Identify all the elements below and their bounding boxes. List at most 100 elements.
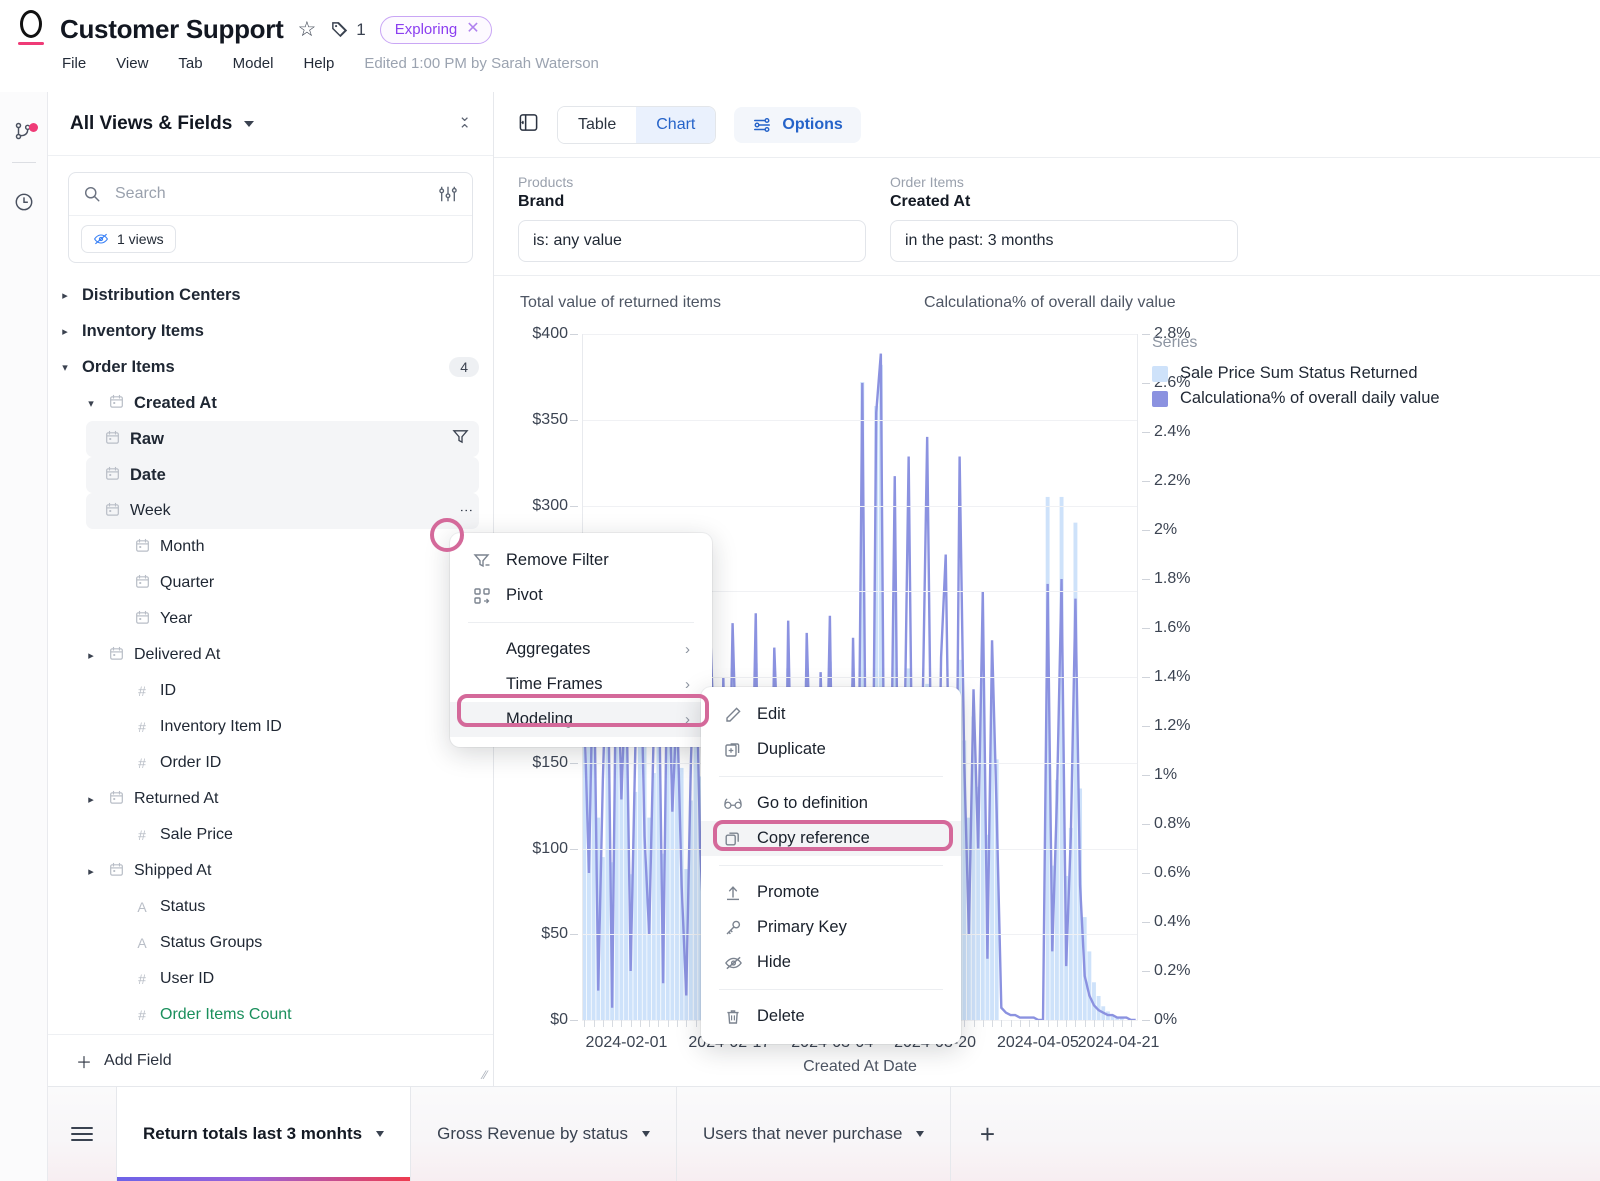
rail-item-branches[interactable] bbox=[0, 108, 47, 154]
menu-tab[interactable]: Tab bbox=[178, 55, 202, 72]
chevron-right-icon[interactable]: ▸ bbox=[84, 649, 98, 662]
filter-value[interactable]: in the past: 3 months bbox=[890, 220, 1238, 262]
menu-item-edit[interactable]: Edit bbox=[701, 697, 961, 732]
y-axis-right-label: 2.2% bbox=[1154, 472, 1190, 490]
collapse-vertical-icon[interactable]: ⌄⌃ bbox=[458, 110, 471, 137]
y-axis-left-label: $400 bbox=[532, 325, 568, 343]
x-axis-minor-tick bbox=[658, 1020, 659, 1027]
menu-item-duplicate[interactable]: Duplicate bbox=[701, 732, 961, 767]
views-filter-pill[interactable]: 1 views bbox=[81, 225, 176, 253]
tree-item-delivered-at[interactable]: ▸Delivered At bbox=[48, 637, 493, 673]
rail-item-history[interactable] bbox=[0, 179, 47, 225]
tree-item-shipped-at[interactable]: ▸Shipped At bbox=[48, 853, 493, 889]
tab-chart[interactable]: Chart bbox=[636, 107, 715, 143]
tree-item-created-at[interactable]: ▾Created At bbox=[48, 385, 493, 421]
chevron-down-icon[interactable]: ▾ bbox=[58, 361, 72, 374]
menu-item-pivot[interactable]: Pivot bbox=[450, 578, 712, 613]
menu-item-promote[interactable]: Promote bbox=[701, 875, 961, 910]
status-badge[interactable]: Exploring ✕ bbox=[380, 16, 492, 44]
tag-count: 1 bbox=[356, 20, 365, 40]
hamburger-icon[interactable] bbox=[48, 1087, 116, 1181]
side-panel-icon[interactable] bbox=[518, 112, 539, 138]
tree-item-returned-at[interactable]: ▸Returned At bbox=[48, 781, 493, 817]
menu-item-time-frames[interactable]: Time Frames› bbox=[450, 667, 712, 702]
tree-item-label: Week bbox=[130, 502, 171, 520]
legend-item[interactable]: Sale Price Sum Status Returned bbox=[1152, 364, 1582, 383]
tree-item-month[interactable]: Month bbox=[48, 529, 493, 565]
options-label: Options bbox=[782, 116, 842, 134]
add-tab-button[interactable]: + bbox=[951, 1087, 1023, 1181]
star-outline-icon[interactable]: ☆ bbox=[297, 19, 316, 40]
tab-gross-revenue[interactable]: Gross Revenue by status bbox=[411, 1087, 677, 1181]
tree-item-order-items[interactable]: ▾Order Items4 bbox=[48, 349, 493, 385]
menu-item-modeling[interactable]: Modeling› bbox=[450, 702, 712, 737]
chart-bar bbox=[619, 763, 623, 1020]
search-icon bbox=[83, 185, 101, 203]
chevron-right-icon[interactable]: ▸ bbox=[84, 793, 98, 806]
close-icon[interactable]: ✕ bbox=[466, 21, 479, 37]
menu-help[interactable]: Help bbox=[303, 55, 334, 72]
filter-value[interactable]: is: any value bbox=[518, 220, 866, 262]
chevron-down-icon[interactable] bbox=[916, 1131, 924, 1137]
tree-item-order-items-count[interactable]: #Order Items Count bbox=[48, 997, 493, 1033]
chevron-right-icon: › bbox=[655, 676, 690, 693]
tree-item-date[interactable]: Date bbox=[86, 457, 479, 493]
menu-item-hide[interactable]: Hide bbox=[701, 945, 961, 980]
tree-item-user-id[interactable]: #User ID bbox=[48, 961, 493, 997]
menu-item-primary-key[interactable]: Primary Key bbox=[701, 910, 961, 945]
tree-item-sale-price[interactable]: #Sale Price bbox=[48, 817, 493, 853]
tree-item-order-id[interactable]: #Order ID bbox=[48, 745, 493, 781]
tree-item-id[interactable]: #ID bbox=[48, 673, 493, 709]
chevron-right-icon[interactable]: ▸ bbox=[84, 865, 98, 878]
legend-title: Series bbox=[1152, 334, 1582, 352]
legend-item[interactable]: Calculationa% of overall daily value bbox=[1152, 389, 1582, 408]
menu-item-label: Aggregates bbox=[506, 640, 590, 659]
tab-table[interactable]: Table bbox=[558, 107, 636, 143]
tree-item-status-groups[interactable]: AStatus Groups bbox=[48, 925, 493, 961]
tree-item-inventory-item-id[interactable]: #Inventory Item ID bbox=[48, 709, 493, 745]
chevron-down-icon[interactable]: ▾ bbox=[84, 397, 98, 410]
tab-return-totals[interactable]: Return totals last 3 monhts bbox=[116, 1087, 411, 1181]
tree-item-year[interactable]: Year bbox=[48, 601, 493, 637]
menu-file[interactable]: File bbox=[62, 55, 86, 72]
tree-item-week[interactable]: Week ⋮ bbox=[86, 493, 479, 529]
menu-item-remove-filter[interactable]: Remove Filter bbox=[450, 543, 712, 578]
chevron-down-icon[interactable] bbox=[244, 121, 254, 127]
app-logo[interactable] bbox=[14, 10, 48, 45]
tab-users-never-purchase[interactable]: Users that never purchase bbox=[677, 1087, 951, 1181]
options-button[interactable]: Options bbox=[734, 107, 860, 143]
tree-item-raw[interactable]: Raw bbox=[86, 421, 479, 457]
tree-item-status[interactable]: AStatus bbox=[48, 889, 493, 925]
y-axis-right-tick bbox=[1142, 383, 1150, 384]
menu-item-copy-reference[interactable]: Copy reference bbox=[701, 821, 961, 856]
text-field-icon: A bbox=[134, 935, 150, 951]
tree-item-distribution-centers[interactable]: ▸Distribution Centers bbox=[48, 277, 493, 313]
y-axis-tick bbox=[570, 334, 578, 335]
field-context-menu[interactable]: Remove FilterPivotAggregates›Time Frames… bbox=[450, 533, 712, 747]
chevron-right-icon[interactable]: ▸ bbox=[58, 289, 72, 302]
menu-item-go-to-definition[interactable]: Go to definition bbox=[701, 786, 961, 821]
tag-group[interactable]: 1 bbox=[330, 20, 365, 40]
tree-item-label: Sale Price bbox=[160, 826, 233, 844]
filter-icon[interactable] bbox=[452, 428, 469, 450]
tree-item-inventory-items[interactable]: ▸Inventory Items bbox=[48, 313, 493, 349]
chevron-down-icon[interactable] bbox=[376, 1131, 384, 1137]
edited-status: Edited 1:00 PM by Sarah Waterson bbox=[364, 55, 599, 72]
chevron-right-icon[interactable]: ▸ bbox=[58, 325, 72, 338]
menu-item-label: Promote bbox=[757, 883, 819, 902]
tree-item-quarter[interactable]: Quarter bbox=[48, 565, 493, 601]
menu-item-aggregates[interactable]: Aggregates› bbox=[450, 632, 712, 667]
chevron-down-icon[interactable] bbox=[642, 1131, 650, 1137]
resize-grip[interactable]: ⁄⁄ bbox=[483, 1068, 487, 1082]
modeling-submenu[interactable]: EditDuplicate Go to definitionCopy refere… bbox=[701, 687, 961, 1044]
menu-view[interactable]: View bbox=[116, 55, 148, 72]
sliders-icon[interactable] bbox=[438, 185, 458, 203]
search-input[interactable] bbox=[113, 184, 426, 204]
row-kebab-menu-icon[interactable]: ⋮ bbox=[464, 504, 469, 518]
x-axis-minor-tick bbox=[1075, 1020, 1076, 1027]
menu-item-delete[interactable]: Delete bbox=[701, 999, 961, 1034]
history-clock-icon bbox=[13, 191, 35, 213]
add-field-button[interactable]: ＋ Add Field bbox=[48, 1034, 493, 1086]
x-axis-minor-tick bbox=[640, 1020, 641, 1027]
menu-model[interactable]: Model bbox=[233, 55, 274, 72]
